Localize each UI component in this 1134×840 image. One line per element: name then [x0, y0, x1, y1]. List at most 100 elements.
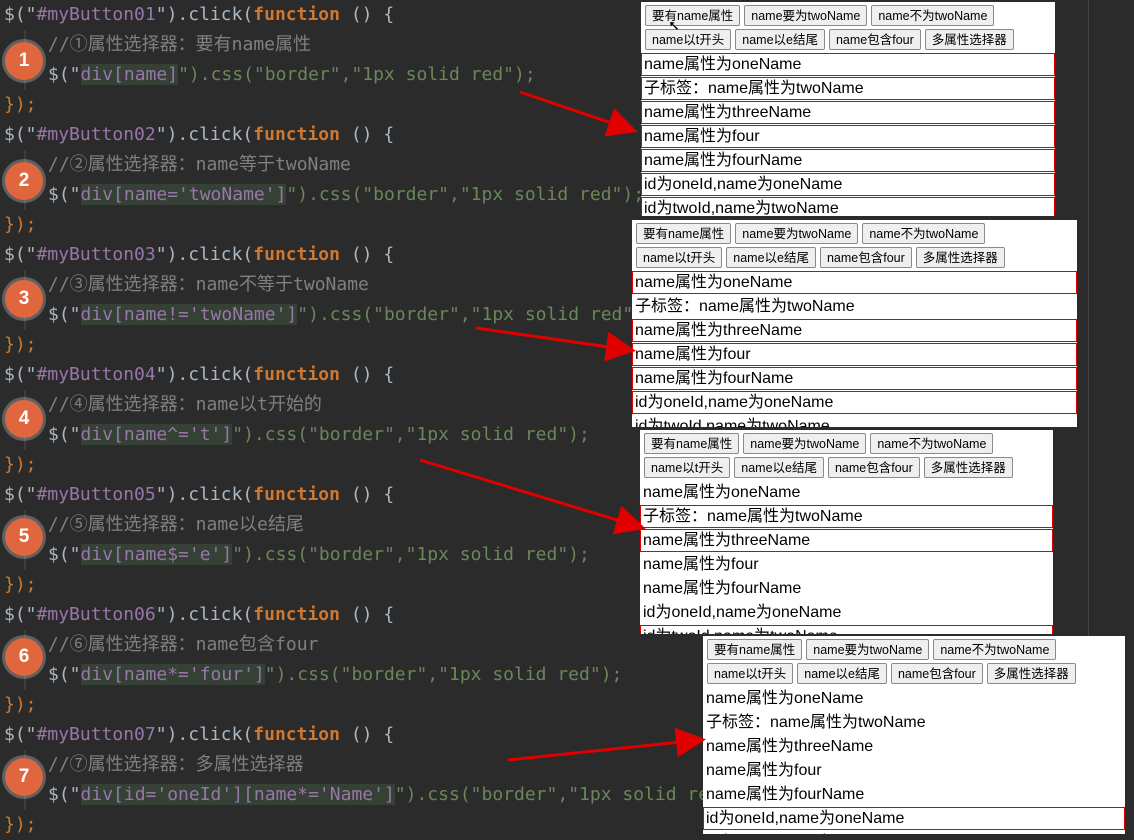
- code-line-statement: $("div[name]").css("border","1px solid r…: [4, 60, 536, 90]
- keyword-token: function: [253, 4, 340, 25]
- selector-button-6[interactable]: name包含four: [890, 663, 983, 684]
- code-token: $(": [48, 544, 81, 565]
- selector-button-7[interactable]: 多属性选择器: [915, 247, 1005, 268]
- selector-button-3[interactable]: name不为twoName: [870, 433, 994, 454]
- selector-button-6[interactable]: name包含four: [819, 247, 912, 268]
- closing-token: });: [4, 214, 37, 235]
- target-div-5: name属性为fourName: [706, 786, 865, 803]
- selector-button-5[interactable]: name以e结尾: [734, 457, 824, 478]
- keyword-token: function: [253, 724, 340, 745]
- selector-button-7[interactable]: 多属性选择器: [986, 663, 1076, 684]
- code-line-comment: //⑥属性选择器：name包含four: [4, 630, 318, 660]
- code-token: $(": [4, 4, 37, 25]
- step-number-badge: 2: [5, 162, 43, 200]
- comment-token: //⑦属性选择器：多属性选择器: [48, 754, 304, 775]
- keyword-token: function: [253, 604, 340, 625]
- css-call-token: ").css("border","1px solid red");: [232, 424, 590, 445]
- selector-button-5[interactable]: name以e结尾: [735, 29, 825, 50]
- code-line-comment: //①属性选择器：要有name属性: [4, 30, 311, 60]
- target-div-3: name属性为threeName: [641, 101, 1055, 124]
- code-line-comment: //②属性选择器：name等于twoName: [4, 150, 351, 180]
- code-token: $(": [48, 64, 81, 85]
- code-token: $(": [4, 604, 37, 625]
- selector-button-7[interactable]: 多属性选择器: [923, 457, 1013, 478]
- comment-token: //①属性选择器：要有name属性: [48, 34, 312, 55]
- selector-token: div[name*='four']: [80, 664, 265, 685]
- selector-token: div[name='twoName']: [80, 184, 287, 205]
- code-token: $(": [48, 304, 81, 325]
- code-line-handler: $("#myButton03").click(function () {: [4, 240, 394, 270]
- comment-token: //⑤属性选择器：name以e结尾: [48, 514, 304, 535]
- selector-token: div[name!='twoName']: [80, 304, 298, 325]
- code-line-comment: //④属性选择器：name以t开始的: [4, 390, 322, 420]
- selector-button-6[interactable]: name包含four: [827, 457, 920, 478]
- code-token: () {: [339, 364, 395, 385]
- selector-button-5[interactable]: name以e结尾: [797, 663, 887, 684]
- button-id-token: #myButton06: [36, 604, 156, 625]
- target-div-1: name属性为oneName: [632, 271, 1077, 294]
- code-line-statement: $("div[name^='t']").css("border","1px so…: [4, 420, 590, 450]
- code-token: () {: [339, 124, 395, 145]
- selector-button-1[interactable]: 要有name属性: [645, 5, 741, 26]
- css-call-token: ").css("border","1px solid red");: [297, 304, 655, 325]
- css-call-token: ").css("border","1px solid red");: [286, 184, 645, 205]
- selector-button-4[interactable]: name以t开头: [707, 663, 794, 684]
- closing-token: });: [4, 454, 37, 475]
- code-line-close: });: [4, 690, 37, 720]
- button-id-token: #myButton03: [36, 244, 156, 265]
- selector-button-4[interactable]: name以t开头: [636, 247, 723, 268]
- button-row: 要有name属性 name要为twoName name不为twoName: [640, 433, 1053, 454]
- selector-button-3[interactable]: name不为twoName: [933, 639, 1057, 660]
- selector-button-2[interactable]: name要为twoName: [806, 639, 930, 660]
- closing-token: });: [4, 574, 37, 595]
- target-div-6: id为oneId,name为oneName: [703, 807, 1125, 830]
- selector-token: div[id='oneId'][name*='Name']: [80, 784, 395, 805]
- target-div-7: id为twoId,name为twoName: [640, 625, 1053, 634]
- code-line-handler: $("#myButton07").click(function () {: [4, 720, 394, 750]
- selector-button-5[interactable]: name以e结尾: [726, 247, 816, 268]
- css-call-token: ").css("border","1px solid red");: [264, 664, 623, 685]
- code-line-statement: $("div[id='oneId'][name*='Name']").css("…: [4, 780, 752, 810]
- selector-button-4[interactable]: name以t开头: [644, 457, 731, 478]
- selector-button-4[interactable]: name以t开头: [645, 29, 732, 50]
- selector-button-1[interactable]: 要有name属性: [707, 639, 803, 660]
- selector-button-3[interactable]: name不为twoName: [871, 5, 995, 26]
- code-line-close: });: [4, 450, 37, 480]
- comment-token: //④属性选择器：name以t开始的: [48, 394, 322, 415]
- css-call-token: ").css("border","1px solid red");: [178, 64, 536, 85]
- button-row: name以t开头 name以e结尾 name包含four 多属性选择器: [640, 457, 1053, 478]
- comment-token: //③属性选择器：name不等于twoName: [48, 274, 369, 295]
- target-div-4: name属性为four: [641, 125, 1055, 148]
- css-call-token: ").css("border","1px solid red");: [232, 544, 590, 565]
- code-token: () {: [339, 484, 395, 505]
- code-token: $(": [4, 244, 37, 265]
- target-div-6: id为oneId,name为oneName: [641, 173, 1055, 196]
- step-number-badge: 6: [5, 638, 43, 676]
- button-id-token: #myButton02: [36, 124, 156, 145]
- button-row: name以t开头 name以e结尾 name包含four 多属性选择器: [703, 663, 1125, 684]
- button-row: name以t开头 name以e结尾 name包含four 多属性选择器: [641, 29, 1055, 50]
- selector-button-2[interactable]: name要为twoName: [735, 223, 859, 244]
- selector-button-6[interactable]: name包含four: [828, 29, 921, 50]
- selector-button-2[interactable]: name要为twoName: [744, 5, 868, 26]
- code-line-handler: $("#myButton01").click(function () {: [4, 0, 394, 30]
- code-token: ").click(: [155, 724, 254, 745]
- button-id-token: #myButton07: [36, 724, 156, 745]
- code-line-handler: $("#myButton04").click(function () {: [4, 360, 394, 390]
- target-div-2: 子标签：name属性为twoName: [641, 77, 1055, 100]
- selector-button-1[interactable]: 要有name属性: [644, 433, 740, 454]
- keyword-token: function: [253, 244, 340, 265]
- code-line-statement: $("div[name!='twoName']").css("border","…: [4, 300, 655, 330]
- target-div-7: id为twoId,name为twoName: [635, 418, 830, 427]
- code-line-statement: $("div[name*='four']").css("border","1px…: [4, 660, 622, 690]
- selector-button-7[interactable]: 多属性选择器: [924, 29, 1014, 50]
- code-token: $(": [48, 424, 81, 445]
- code-line-comment: //③属性选择器：name不等于twoName: [4, 270, 369, 300]
- code-line-close: });: [4, 210, 37, 240]
- target-div-2: 子标签：name属性为twoName: [706, 714, 926, 731]
- selector-button-1[interactable]: 要有name属性: [636, 223, 732, 244]
- code-token: () {: [339, 724, 395, 745]
- selector-button-3[interactable]: name不为twoName: [862, 223, 986, 244]
- selector-button-2[interactable]: name要为twoName: [743, 433, 867, 454]
- code-line-comment: //⑦属性选择器：多属性选择器: [4, 750, 304, 780]
